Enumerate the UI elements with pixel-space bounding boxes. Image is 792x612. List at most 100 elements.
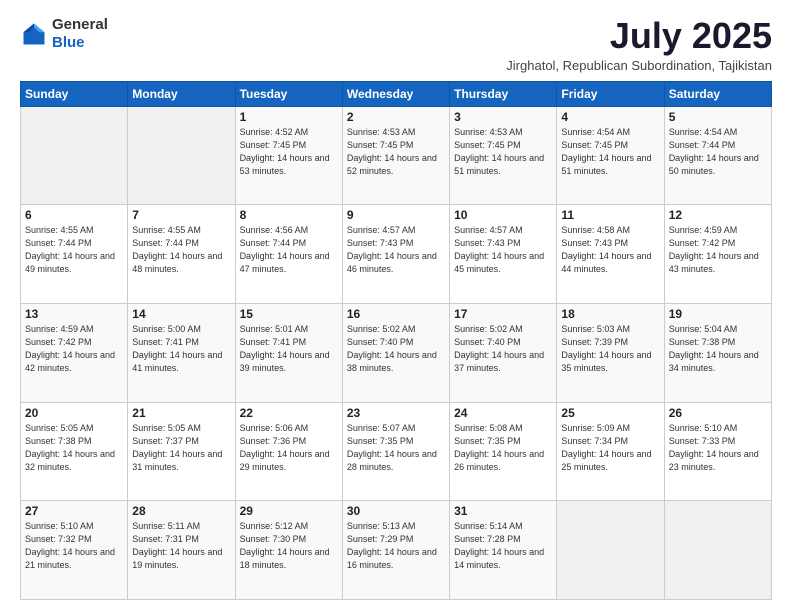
calendar-cell: 19 Sunrise: 5:04 AMSunset: 7:38 PMDayligh… bbox=[664, 303, 771, 402]
calendar-cell: 14 Sunrise: 5:00 AMSunset: 7:41 PMDayligh… bbox=[128, 303, 235, 402]
weekday-header-row: SundayMondayTuesdayWednesdayThursdayFrid… bbox=[21, 81, 772, 106]
day-number: 19 bbox=[669, 307, 767, 321]
day-info: Sunrise: 5:05 AMSunset: 7:37 PMDaylight:… bbox=[132, 422, 230, 474]
day-number: 31 bbox=[454, 504, 552, 518]
weekday-header-tuesday: Tuesday bbox=[235, 81, 342, 106]
calendar-cell: 31 Sunrise: 5:14 AMSunset: 7:28 PMDayligh… bbox=[450, 501, 557, 600]
calendar-cell: 23 Sunrise: 5:07 AMSunset: 7:35 PMDayligh… bbox=[342, 402, 449, 501]
calendar-cell bbox=[128, 106, 235, 205]
day-number: 20 bbox=[25, 406, 123, 420]
day-info: Sunrise: 4:54 AMSunset: 7:44 PMDaylight:… bbox=[669, 126, 767, 178]
day-number: 18 bbox=[561, 307, 659, 321]
day-info: Sunrise: 5:08 AMSunset: 7:35 PMDaylight:… bbox=[454, 422, 552, 474]
day-number: 4 bbox=[561, 110, 659, 124]
logo: General Blue bbox=[20, 16, 108, 52]
day-number: 12 bbox=[669, 208, 767, 222]
week-row-3: 13Sunrise: 4:59 AMSunset: 7:42 PMDayligh… bbox=[21, 303, 772, 402]
logo-icon bbox=[20, 20, 48, 48]
calendar-cell: 29 Sunrise: 5:12 AMSunset: 7:30 PMDayligh… bbox=[235, 501, 342, 600]
month-title: July 2025 bbox=[506, 16, 772, 56]
calendar-cell: 24 Sunrise: 5:08 AMSunset: 7:35 PMDayligh… bbox=[450, 402, 557, 501]
day-number: 21 bbox=[132, 406, 230, 420]
day-info: Sunrise: 4:57 AMSunset: 7:43 PMDaylight:… bbox=[454, 224, 552, 276]
day-info: Sunrise: 5:02 AMSunset: 7:40 PMDaylight:… bbox=[347, 323, 445, 375]
day-info: Sunrise: 5:04 AMSunset: 7:38 PMDaylight:… bbox=[669, 323, 767, 375]
week-row-2: 6Sunrise: 4:55 AMSunset: 7:44 PMDaylight… bbox=[21, 205, 772, 304]
logo-blue: Blue bbox=[52, 34, 85, 51]
calendar-cell: 1 Sunrise: 4:52 AMSunset: 7:45 PMDaylight… bbox=[235, 106, 342, 205]
calendar-cell: 18 Sunrise: 5:03 AMSunset: 7:39 PMDayligh… bbox=[557, 303, 664, 402]
day-number: 27 bbox=[25, 504, 123, 518]
day-info: Sunrise: 4:53 AMSunset: 7:45 PMDaylight:… bbox=[454, 126, 552, 178]
day-info: Sunrise: 5:02 AMSunset: 7:40 PMDaylight:… bbox=[454, 323, 552, 375]
calendar-table: SundayMondayTuesdayWednesdayThursdayFrid… bbox=[20, 81, 772, 600]
day-info: Sunrise: 4:54 AMSunset: 7:45 PMDaylight:… bbox=[561, 126, 659, 178]
day-number: 3 bbox=[454, 110, 552, 124]
calendar-cell: 4 Sunrise: 4:54 AMSunset: 7:45 PMDaylight… bbox=[557, 106, 664, 205]
weekday-header-sunday: Sunday bbox=[21, 81, 128, 106]
day-number: 26 bbox=[669, 406, 767, 420]
day-info: Sunrise: 5:09 AMSunset: 7:34 PMDaylight:… bbox=[561, 422, 659, 474]
calendar-cell: 25 Sunrise: 5:09 AMSunset: 7:34 PMDayligh… bbox=[557, 402, 664, 501]
calendar-cell: 6Sunrise: 4:55 AMSunset: 7:44 PMDaylight… bbox=[21, 205, 128, 304]
day-info: Sunrise: 5:14 AMSunset: 7:28 PMDaylight:… bbox=[454, 520, 552, 572]
day-info: Sunrise: 4:59 AMSunset: 7:42 PMDaylight:… bbox=[669, 224, 767, 276]
calendar-cell: 27Sunrise: 5:10 AMSunset: 7:32 PMDayligh… bbox=[21, 501, 128, 600]
day-info: Sunrise: 5:07 AMSunset: 7:35 PMDaylight:… bbox=[347, 422, 445, 474]
calendar-cell: 13Sunrise: 4:59 AMSunset: 7:42 PMDayligh… bbox=[21, 303, 128, 402]
calendar-cell: 3 Sunrise: 4:53 AMSunset: 7:45 PMDaylight… bbox=[450, 106, 557, 205]
day-number: 28 bbox=[132, 504, 230, 518]
calendar-cell: 20Sunrise: 5:05 AMSunset: 7:38 PMDayligh… bbox=[21, 402, 128, 501]
weekday-header-saturday: Saturday bbox=[664, 81, 771, 106]
calendar-cell: 12 Sunrise: 4:59 AMSunset: 7:42 PMDayligh… bbox=[664, 205, 771, 304]
week-row-5: 27Sunrise: 5:10 AMSunset: 7:32 PMDayligh… bbox=[21, 501, 772, 600]
day-info: Sunrise: 5:03 AMSunset: 7:39 PMDaylight:… bbox=[561, 323, 659, 375]
day-number: 14 bbox=[132, 307, 230, 321]
calendar-cell: 2 Sunrise: 4:53 AMSunset: 7:45 PMDaylight… bbox=[342, 106, 449, 205]
day-number: 11 bbox=[561, 208, 659, 222]
calendar-cell: 5 Sunrise: 4:54 AMSunset: 7:44 PMDaylight… bbox=[664, 106, 771, 205]
day-info: Sunrise: 5:01 AMSunset: 7:41 PMDaylight:… bbox=[240, 323, 338, 375]
day-number: 23 bbox=[347, 406, 445, 420]
calendar-cell: 28Sunrise: 5:11 AMSunset: 7:31 PMDayligh… bbox=[128, 501, 235, 600]
day-number: 17 bbox=[454, 307, 552, 321]
calendar-cell: 30 Sunrise: 5:13 AMSunset: 7:29 PMDayligh… bbox=[342, 501, 449, 600]
day-info: Sunrise: 5:00 AMSunset: 7:41 PMDaylight:… bbox=[132, 323, 230, 375]
day-info: Sunrise: 5:06 AMSunset: 7:36 PMDaylight:… bbox=[240, 422, 338, 474]
calendar-cell: 22 Sunrise: 5:06 AMSunset: 7:36 PMDayligh… bbox=[235, 402, 342, 501]
subtitle: Jirghatol, Republican Subordination, Taj… bbox=[506, 58, 772, 73]
day-info: Sunrise: 4:52 AMSunset: 7:45 PMDaylight:… bbox=[240, 126, 338, 178]
logo-general: General bbox=[52, 16, 108, 33]
calendar-cell bbox=[21, 106, 128, 205]
day-number: 8 bbox=[240, 208, 338, 222]
calendar-cell: 11Sunrise: 4:58 AMSunset: 7:43 PMDayligh… bbox=[557, 205, 664, 304]
weekday-header-monday: Monday bbox=[128, 81, 235, 106]
calendar-cell: 15 Sunrise: 5:01 AMSunset: 7:41 PMDayligh… bbox=[235, 303, 342, 402]
day-number: 29 bbox=[240, 504, 338, 518]
calendar-cell: 17 Sunrise: 5:02 AMSunset: 7:40 PMDayligh… bbox=[450, 303, 557, 402]
day-number: 7 bbox=[132, 208, 230, 222]
logo-text: General Blue bbox=[52, 16, 108, 52]
header: General Blue July 2025 Jirghatol, Republ… bbox=[20, 16, 772, 73]
calendar-cell: 8 Sunrise: 4:56 AMSunset: 7:44 PMDaylight… bbox=[235, 205, 342, 304]
day-info: Sunrise: 5:12 AMSunset: 7:30 PMDaylight:… bbox=[240, 520, 338, 572]
day-number: 2 bbox=[347, 110, 445, 124]
calendar-cell: 21 Sunrise: 5:05 AMSunset: 7:37 PMDayligh… bbox=[128, 402, 235, 501]
day-number: 9 bbox=[347, 208, 445, 222]
day-number: 30 bbox=[347, 504, 445, 518]
day-info: Sunrise: 4:56 AMSunset: 7:44 PMDaylight:… bbox=[240, 224, 338, 276]
day-info: Sunrise: 4:55 AMSunset: 7:44 PMDaylight:… bbox=[132, 224, 230, 276]
weekday-header-wednesday: Wednesday bbox=[342, 81, 449, 106]
day-info: Sunrise: 5:10 AMSunset: 7:33 PMDaylight:… bbox=[669, 422, 767, 474]
day-number: 25 bbox=[561, 406, 659, 420]
day-info: Sunrise: 4:59 AMSunset: 7:42 PMDaylight:… bbox=[25, 323, 123, 375]
day-number: 1 bbox=[240, 110, 338, 124]
day-number: 5 bbox=[669, 110, 767, 124]
day-number: 22 bbox=[240, 406, 338, 420]
day-info: Sunrise: 4:53 AMSunset: 7:45 PMDaylight:… bbox=[347, 126, 445, 178]
calendar-cell: 9Sunrise: 4:57 AMSunset: 7:43 PMDaylight… bbox=[342, 205, 449, 304]
day-number: 15 bbox=[240, 307, 338, 321]
day-number: 24 bbox=[454, 406, 552, 420]
calendar-cell: 7 Sunrise: 4:55 AMSunset: 7:44 PMDaylight… bbox=[128, 205, 235, 304]
day-info: Sunrise: 5:13 AMSunset: 7:29 PMDaylight:… bbox=[347, 520, 445, 572]
